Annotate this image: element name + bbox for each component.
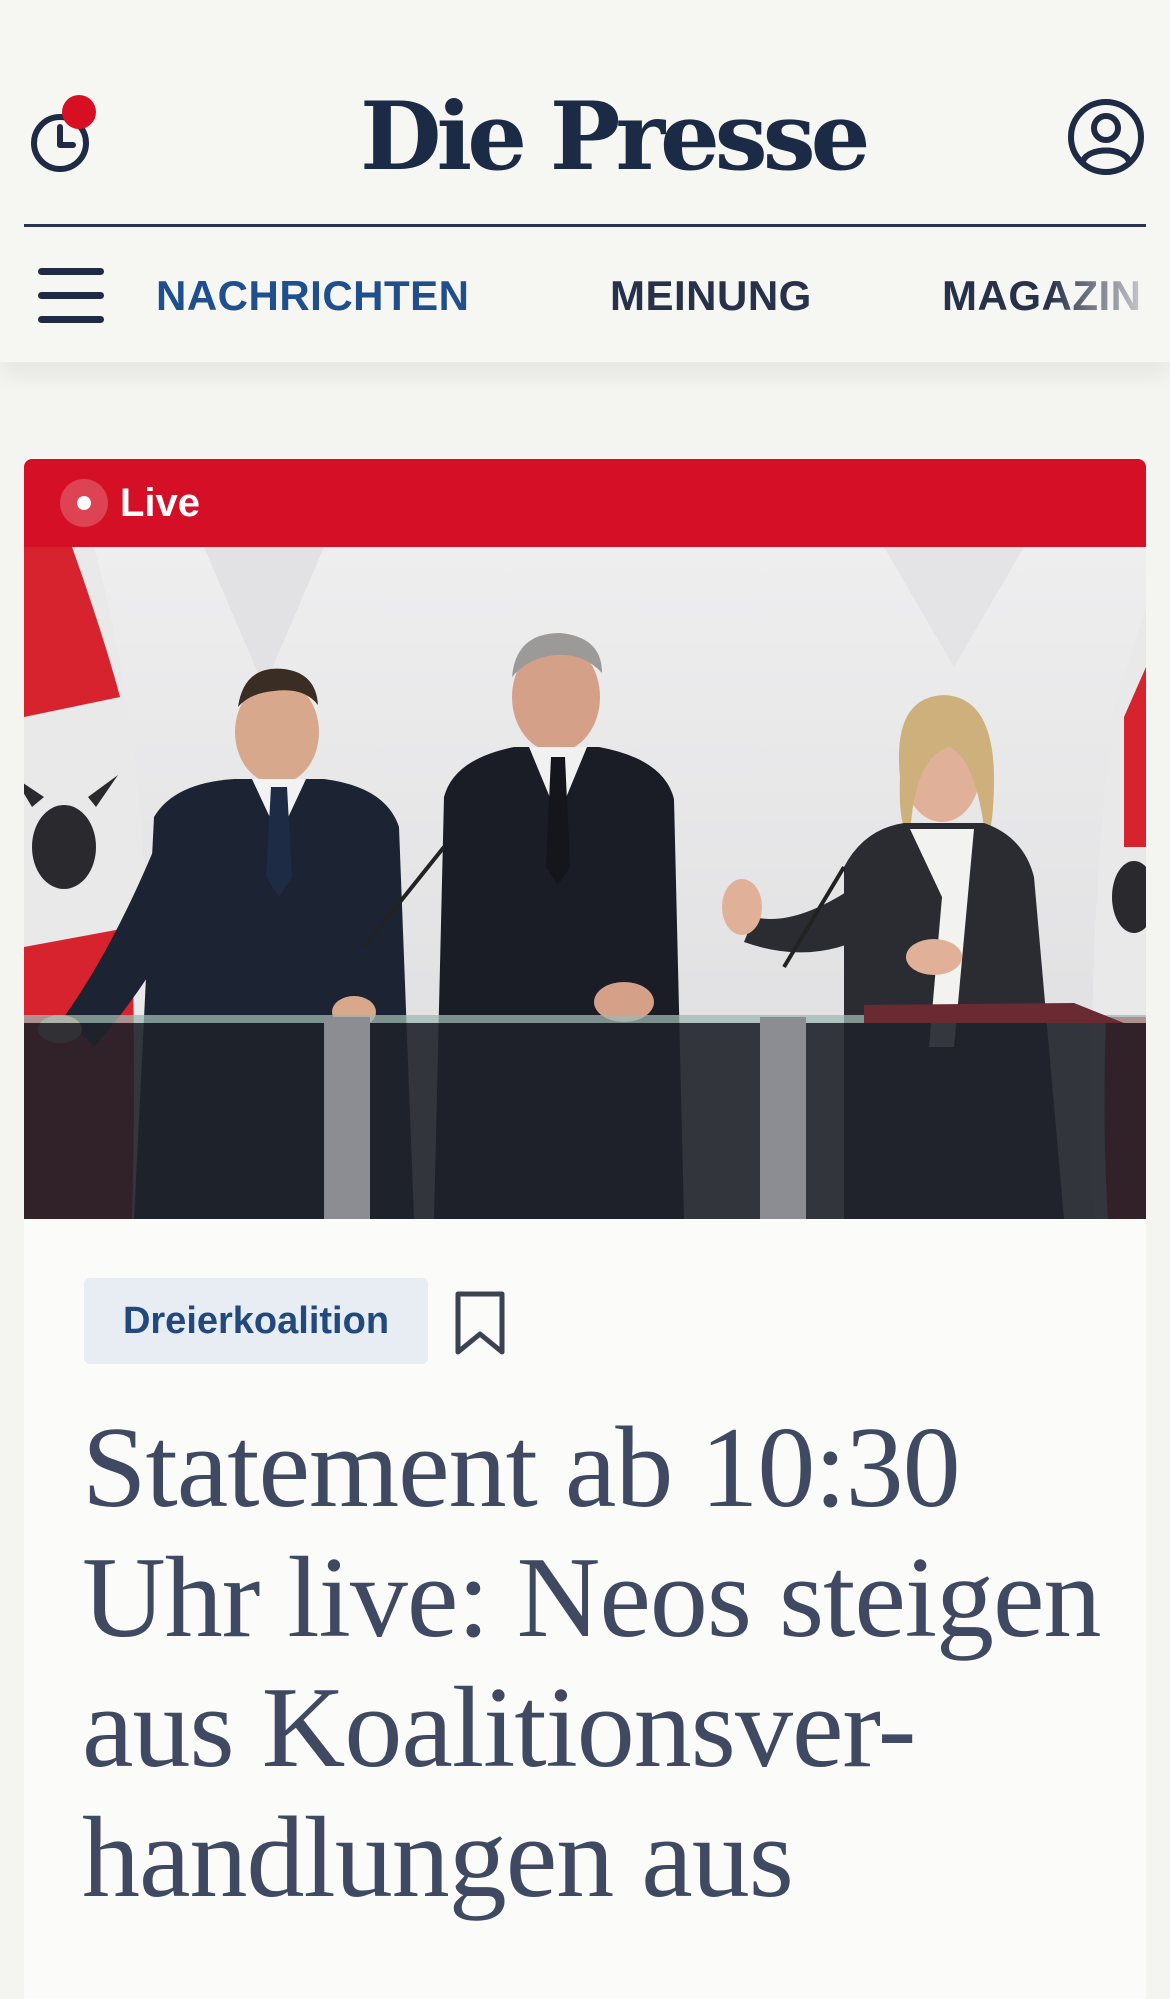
nav-item-nachrichten[interactable]: NACHRICHTEN (156, 264, 470, 328)
article-headline[interactable]: Statement ab 10:30 Uhr live: Neos steige… (82, 1403, 1102, 1923)
history-button[interactable] (28, 95, 98, 175)
bookmark-icon (455, 1291, 505, 1355)
article-teaser[interactable]: Live Dreierkoalition Statement ab 10:30 … (24, 459, 1146, 1999)
hamburger-menu-icon[interactable] (38, 268, 108, 324)
site-header: Die Presse NACHRICHTEN MEINUNG MAGAZIN (0, 0, 1170, 362)
section-nav: NACHRICHTEN MEINUNG MAGAZIN (156, 264, 1170, 328)
user-account-icon (1068, 99, 1144, 175)
site-logo[interactable]: Die Presse (360, 82, 870, 192)
category-tag[interactable]: Dreierkoalition (84, 1278, 428, 1364)
live-label: Live (120, 481, 201, 525)
account-button[interactable] (1066, 97, 1146, 177)
notification-dot (62, 95, 96, 129)
header-divider (24, 224, 1146, 227)
nav-item-meinung[interactable]: MEINUNG (610, 264, 812, 328)
live-banner: Live (24, 459, 1146, 547)
live-dot-icon (60, 479, 108, 527)
nav-item-magazin[interactable]: MAGAZIN (942, 264, 1141, 328)
article-hero-image[interactable] (24, 547, 1146, 1219)
bookmark-button[interactable] (452, 1289, 508, 1357)
